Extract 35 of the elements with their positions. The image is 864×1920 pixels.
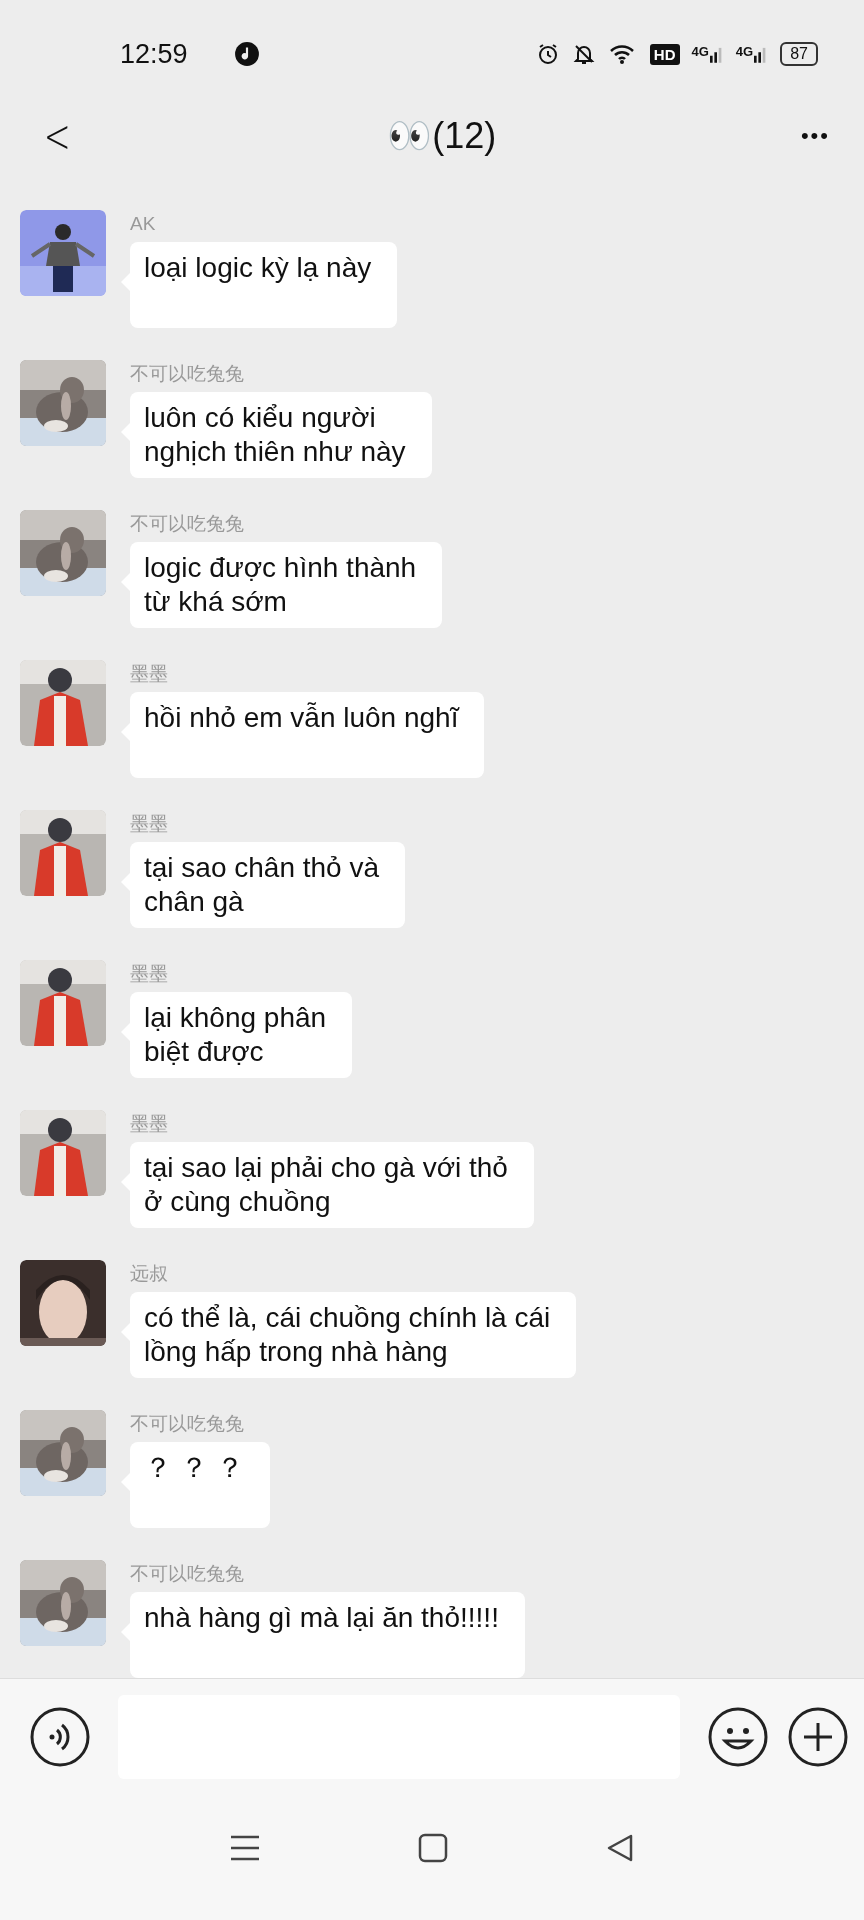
network-label: 4G: [691, 44, 709, 60]
message-bubble: tại sao chân thỏ và chân gà: [130, 842, 406, 929]
sender-name: 远叔: [130, 1262, 169, 1287]
sender-name: 不可以吃兔兔: [130, 362, 245, 387]
sender-name: 墨墨: [130, 962, 169, 987]
sender-name: 墨墨: [130, 662, 169, 687]
music-note-icon: [233, 41, 260, 68]
status-time: 12:59: [120, 38, 188, 70]
message-bubble: có thể là, cái chuồng chính là cái lồng hấp trong nhà hàng: [130, 1292, 577, 1379]
message-bubble: lại không phân biệt được: [130, 992, 353, 1079]
message-bubble: loại logic kỳ lạ này: [130, 242, 398, 329]
more-button[interactable]: •••: [796, 119, 834, 154]
back-button[interactable]: <: [36, 109, 78, 164]
message-bubble: nhà hàng gì mà lại ăn thỏ!!!!!: [130, 1592, 525, 1679]
message-bubble: hồi nhỏ em vẫn luôn nghĩ: [130, 692, 485, 779]
home-icon[interactable]: [418, 1832, 448, 1863]
message-bubble: ？ ？ ？: [130, 1442, 270, 1529]
voice-icon[interactable]: [30, 1707, 90, 1768]
sender-name: 墨墨: [130, 812, 169, 837]
message-bubble: tại sao lại phải cho gà với thỏ ở cùng chuồng: [130, 1142, 534, 1229]
bell-muted-icon: [571, 42, 596, 67]
message-bubble: luôn có kiểu người nghịch thiên như này: [130, 392, 432, 479]
hd-badge: HD: [649, 43, 680, 65]
sender-name: 不可以吃兔兔: [130, 1562, 245, 1587]
message-bubble: logic được hình thành từ khá sớm: [130, 542, 443, 629]
network-label: 4G: [735, 44, 754, 60]
sender-name: 不可以吃兔兔: [130, 1412, 245, 1437]
plus-icon[interactable]: [788, 1707, 848, 1768]
sender-name: AK: [130, 212, 157, 237]
sender-name: 墨墨: [130, 1112, 169, 1137]
chat-title: 👀(12): [387, 115, 497, 158]
sender-name: 不可以吃兔兔: [130, 512, 245, 537]
menu-icon[interactable]: [228, 1833, 261, 1862]
emoji-icon[interactable]: [708, 1707, 768, 1768]
battery-level: 87: [780, 42, 818, 67]
